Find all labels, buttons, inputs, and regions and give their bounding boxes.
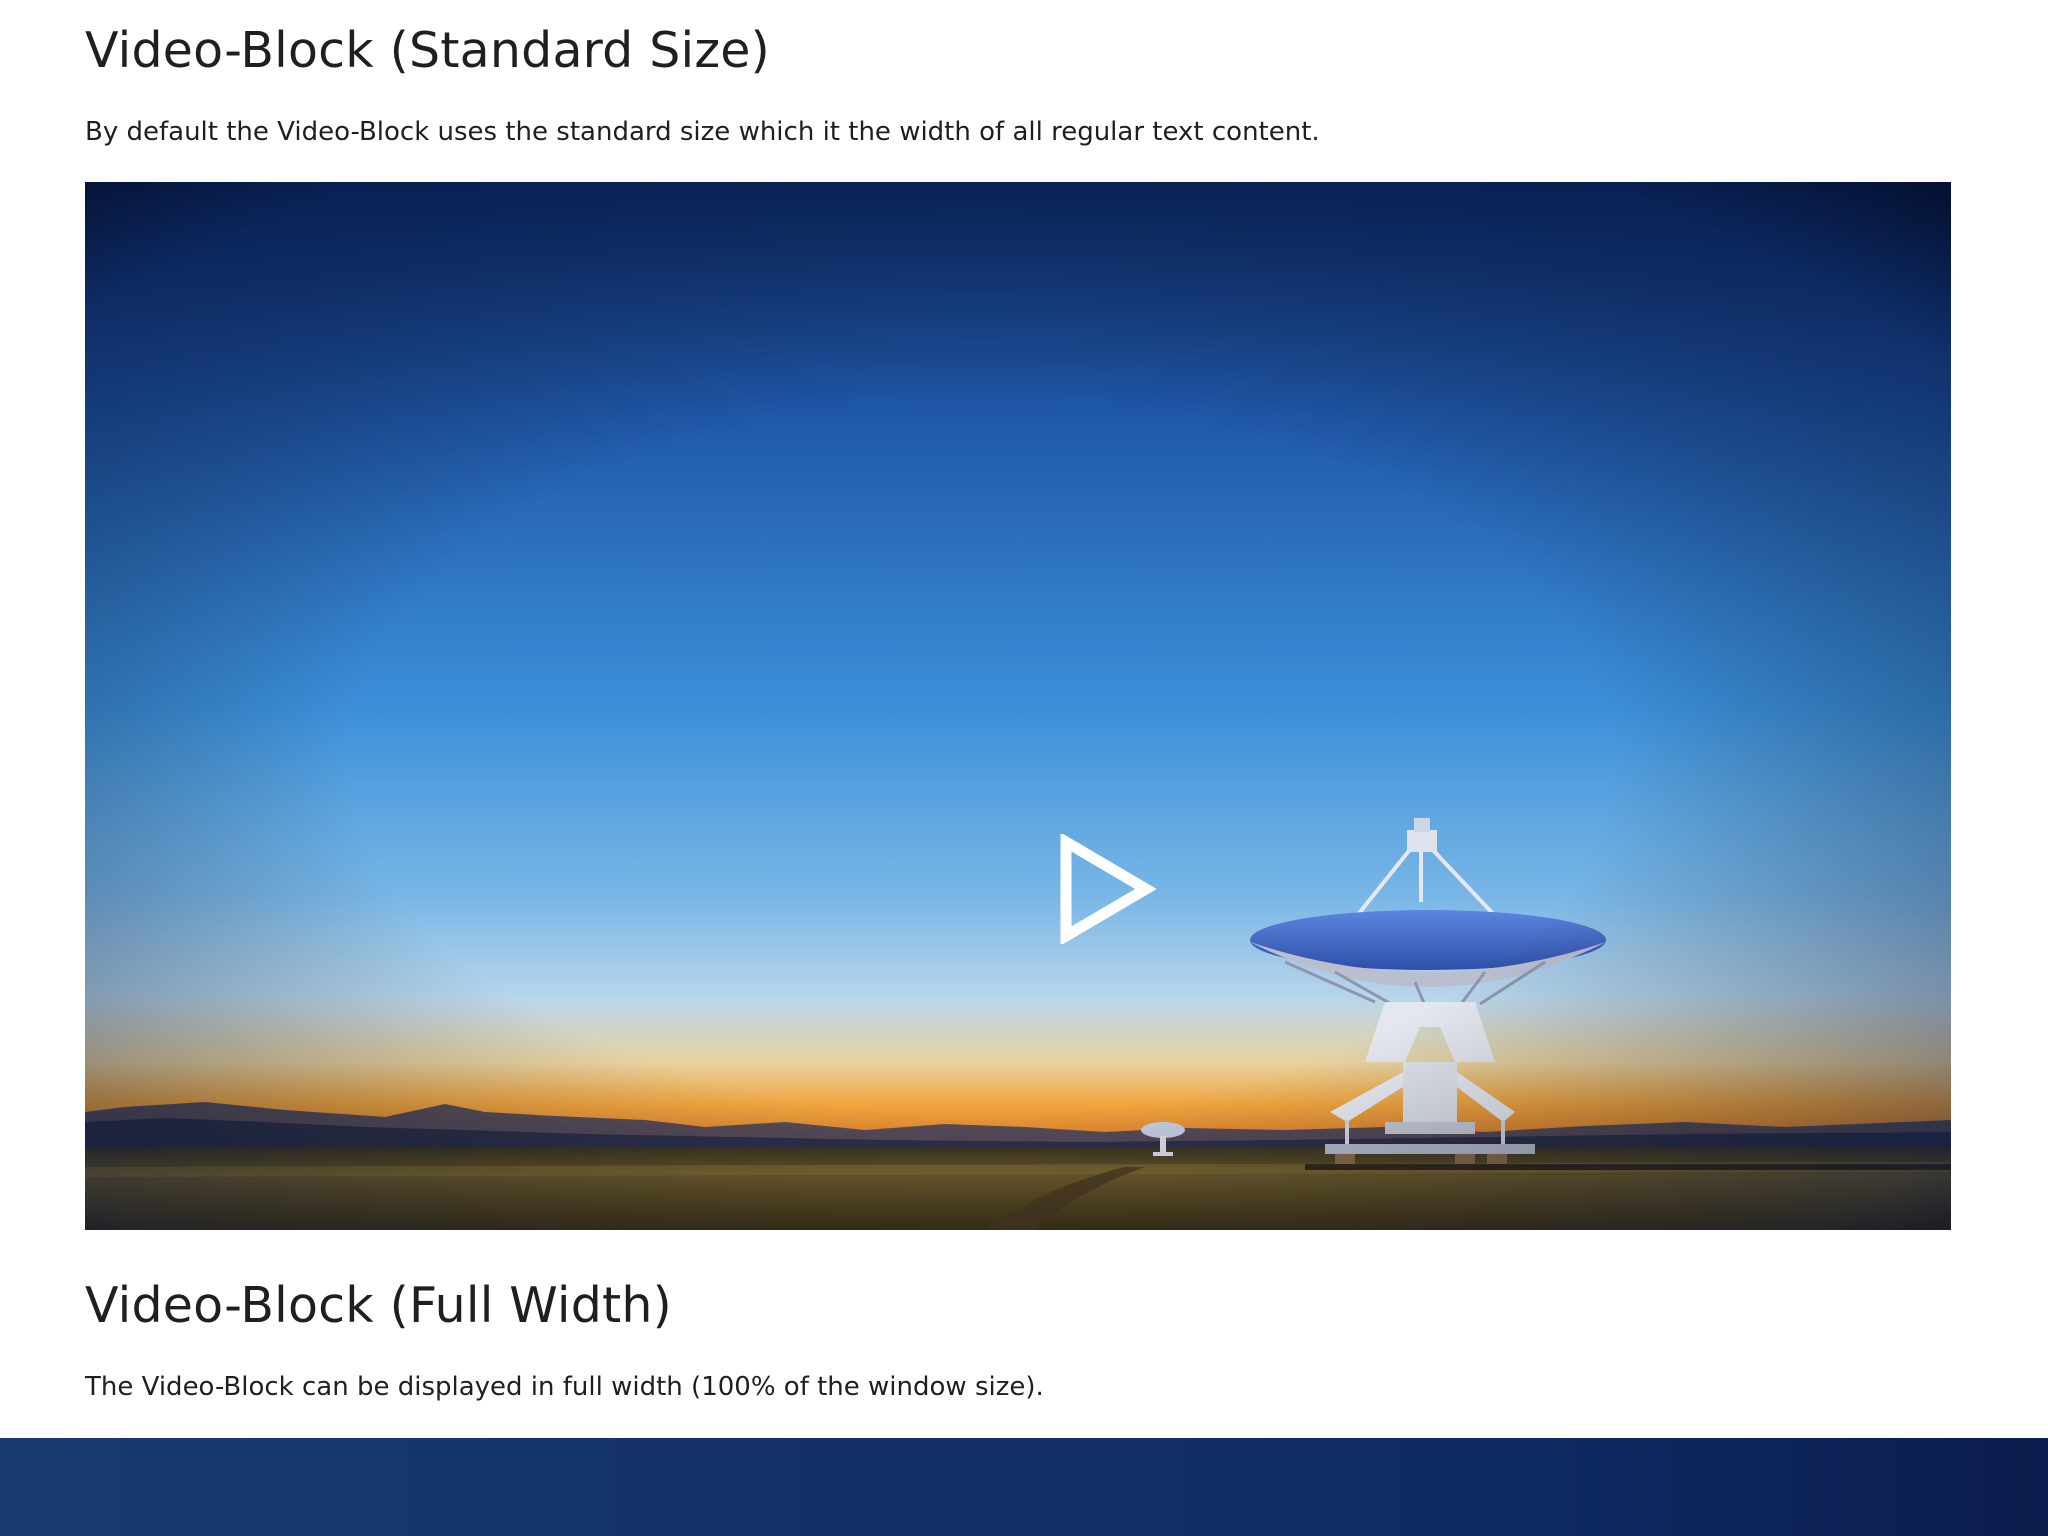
play-icon — [1060, 832, 1157, 946]
section-description-standard: By default the Video-Block uses the stan… — [85, 117, 1320, 147]
page: Video-Block (Standard Size) By default t… — [0, 0, 2048, 1536]
video-player-standard[interactable] — [85, 182, 1951, 1230]
section-description-full-width: The Video-Block can be displayed in full… — [85, 1372, 1044, 1402]
video-player-full-width[interactable] — [0, 1438, 2048, 1536]
section-title-standard: Video-Block (Standard Size) — [85, 22, 770, 79]
play-button[interactable] — [1056, 832, 1157, 946]
video-poster-image — [85, 182, 1951, 1230]
section-title-full-width: Video-Block (Full Width) — [85, 1277, 672, 1334]
